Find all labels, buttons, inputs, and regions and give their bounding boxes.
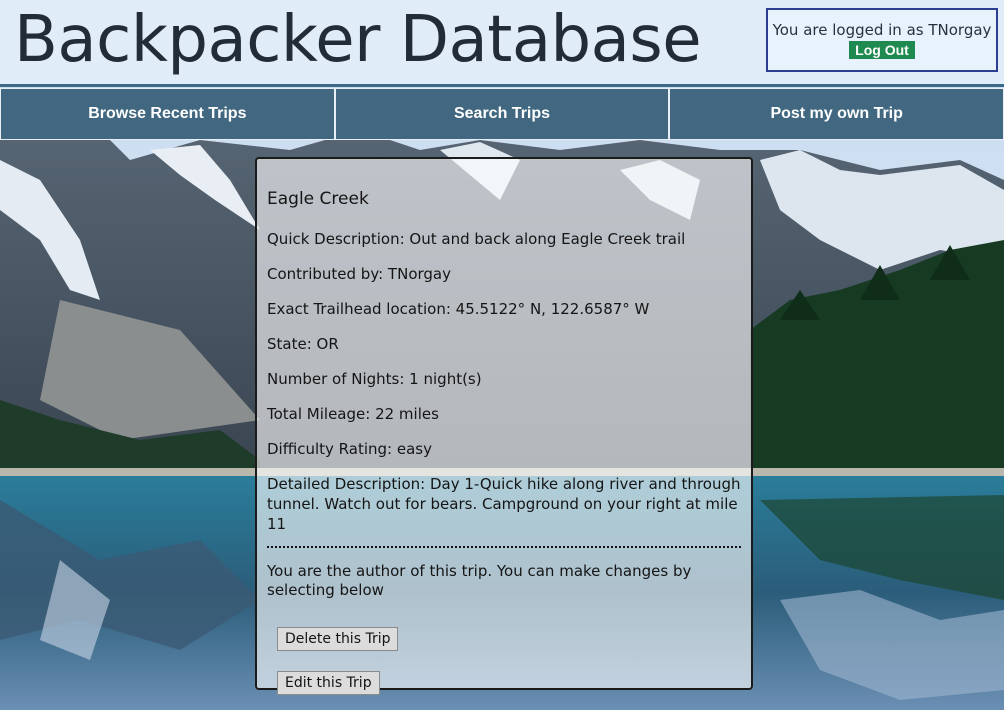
section-divider xyxy=(267,546,741,548)
nav-post-my-own-trip[interactable]: Post my own Trip xyxy=(670,89,1004,139)
trip-contributed-by: Contributed by: TNorgay xyxy=(267,265,451,283)
trip-state: State: OR xyxy=(267,335,339,353)
trip-number-of-nights: Number of Nights: 1 night(s) xyxy=(267,370,482,388)
trip-trailhead-location: Exact Trailhead location: 45.5122° N, 12… xyxy=(267,300,650,318)
edit-trip-button[interactable]: Edit this Trip xyxy=(277,671,380,695)
author-note: You are the author of this trip. You can… xyxy=(267,562,692,599)
login-status-text: You are logged in as TNorgay xyxy=(772,21,992,39)
trip-total-mileage: Total Mileage: 22 miles xyxy=(267,405,439,423)
trip-detail-panel: Eagle Creek Quick Description: Out and b… xyxy=(255,157,753,695)
delete-trip-button[interactable]: Delete this Trip xyxy=(277,627,399,651)
site-header: Backpacker Database You are logged in as… xyxy=(0,0,1004,86)
header-divider xyxy=(0,84,1004,87)
trip-quick-description: Quick Description: Out and back along Ea… xyxy=(267,230,686,248)
logout-button[interactable]: Log Out xyxy=(849,41,915,59)
nav-search-trips[interactable]: Search Trips xyxy=(335,89,669,139)
nav-browse-recent-trips[interactable]: Browse Recent Trips xyxy=(1,89,334,139)
trip-difficulty-rating: Difficulty Rating: easy xyxy=(267,440,432,458)
trip-detailed-description: Detailed Description: Day 1-Quick hike a… xyxy=(267,475,741,533)
main-nav: Browse Recent Trips Search Trips Post my… xyxy=(0,88,1004,140)
trip-name: Eagle Creek xyxy=(267,189,369,209)
login-status-box: You are logged in as TNorgay Log Out xyxy=(766,8,998,72)
site-title: Backpacker Database xyxy=(14,3,702,77)
